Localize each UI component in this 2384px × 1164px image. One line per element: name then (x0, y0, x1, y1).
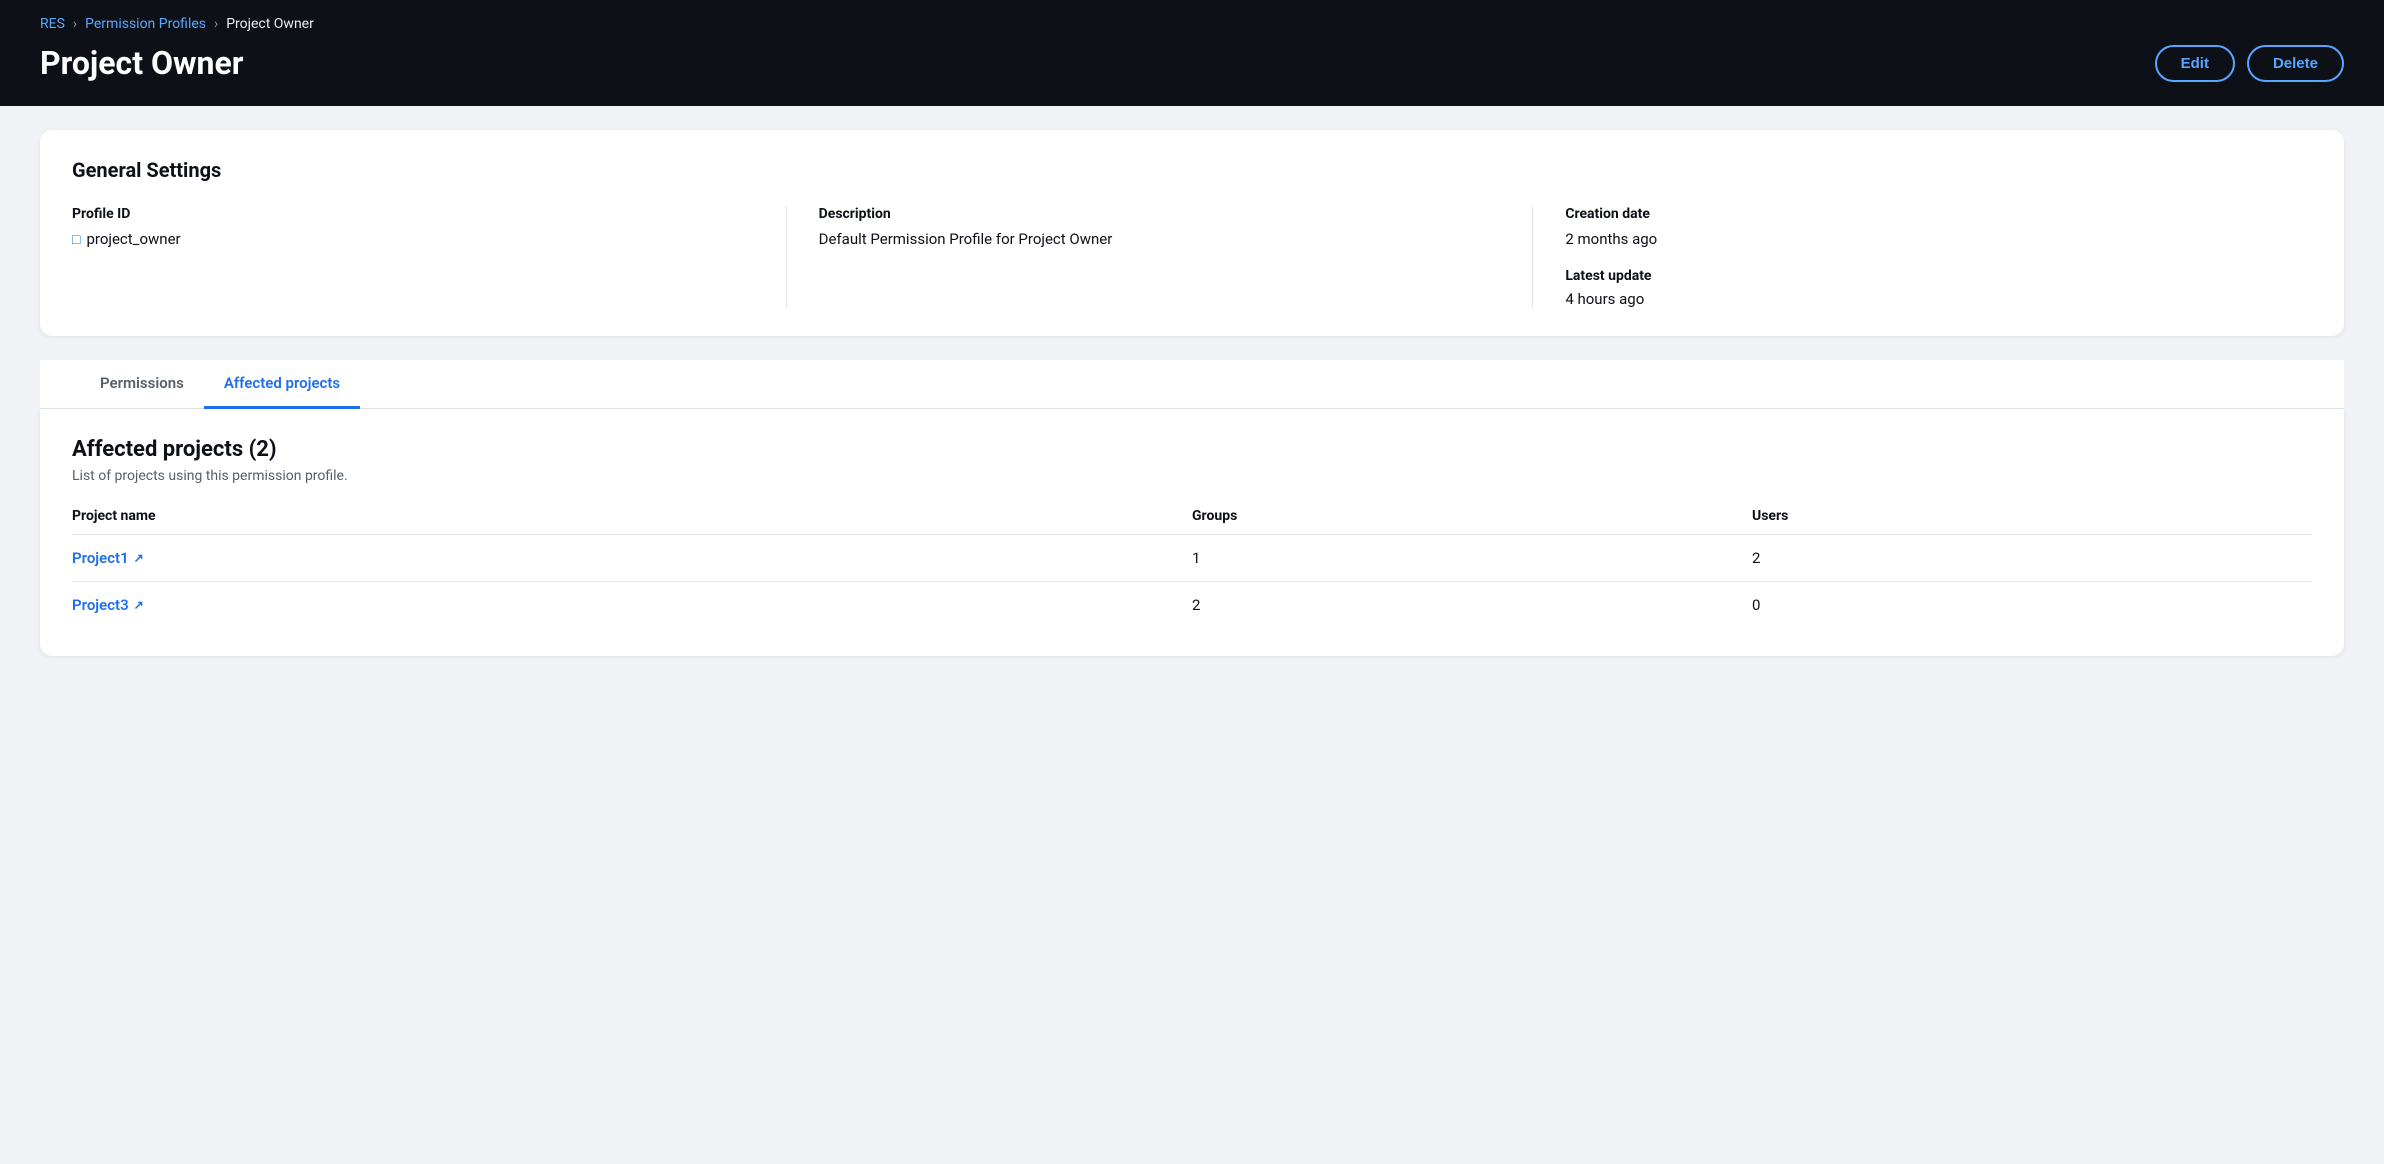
projects-table: Project name Groups Users Project1 ↗ 1 2 (72, 508, 2312, 628)
table-row: Project1 ↗ 1 2 (72, 535, 2312, 582)
breadcrumb-permission-profiles[interactable]: Permission Profiles (85, 16, 206, 32)
settings-description-col: Description Default Permission Profile f… (819, 206, 1534, 308)
breadcrumb-sep-1: › (73, 16, 77, 32)
breadcrumb-sep-2: › (214, 16, 218, 32)
tab-permissions[interactable]: Permissions (80, 360, 204, 409)
latest-update-value: 4 hours ago (1565, 290, 2312, 308)
general-settings-card: General Settings Profile ID □ project_ow… (40, 130, 2344, 336)
project-users-2: 0 (1752, 596, 2312, 614)
project-name-2: Project3 ↗ (72, 596, 1192, 614)
header-row: Project Owner Edit Delete (40, 44, 2344, 82)
edit-button[interactable]: Edit (2155, 45, 2235, 82)
external-link-icon-2: ↗ (134, 598, 144, 612)
affected-projects-subtitle: List of projects using this permission p… (72, 468, 2312, 484)
col-users: Users (1752, 508, 2312, 524)
copy-icon[interactable]: □ (72, 231, 80, 248)
project-link-2[interactable]: Project3 ↗ (72, 596, 1192, 614)
main-content: General Settings Profile ID □ project_ow… (0, 106, 2384, 704)
project-name-text-2: Project3 (72, 596, 129, 614)
col-project-name: Project name (72, 508, 1192, 524)
description-label: Description (819, 206, 1501, 222)
external-link-icon-1: ↗ (134, 551, 144, 565)
table-row: Project3 ↗ 2 0 (72, 582, 2312, 628)
project-groups-2: 2 (1192, 596, 1752, 614)
profile-id-text: project_owner (86, 230, 180, 248)
project-name-1: Project1 ↗ (72, 549, 1192, 567)
settings-dates-col: Creation date 2 months ago Latest update… (1565, 206, 2312, 308)
project-users-1: 2 (1752, 549, 2312, 567)
tabs-row: Permissions Affected projects (40, 360, 2344, 409)
tab-affected-projects[interactable]: Affected projects (204, 360, 360, 409)
profile-id-label: Profile ID (72, 206, 754, 222)
page-header: RES › Permission Profiles › Project Owne… (0, 0, 2384, 106)
project-groups-1: 1 (1192, 549, 1752, 567)
settings-profile-id-col: Profile ID □ project_owner (72, 206, 787, 308)
project-name-text-1: Project1 (72, 549, 129, 567)
creation-date-value: 2 months ago (1565, 230, 2312, 248)
header-actions: Edit Delete (2155, 45, 2344, 82)
delete-button[interactable]: Delete (2247, 45, 2344, 82)
settings-grid: Profile ID □ project_owner Description D… (72, 206, 2312, 308)
breadcrumb: RES › Permission Profiles › Project Owne… (40, 16, 2344, 32)
general-settings-title: General Settings (72, 158, 2312, 182)
page-title: Project Owner (40, 44, 244, 82)
affected-projects-card: Affected projects (2) List of projects u… (40, 409, 2344, 656)
breadcrumb-current: Project Owner (226, 16, 314, 32)
latest-update-label: Latest update (1565, 268, 2312, 284)
description-value: Default Permission Profile for Project O… (819, 230, 1501, 248)
project-link-1[interactable]: Project1 ↗ (72, 549, 1192, 567)
table-header: Project name Groups Users (72, 508, 2312, 535)
affected-projects-title: Affected projects (2) (72, 437, 2312, 462)
creation-date-label: Creation date (1565, 206, 2312, 222)
breadcrumb-res[interactable]: RES (40, 16, 65, 32)
col-groups: Groups (1192, 508, 1752, 524)
profile-id-value: □ project_owner (72, 230, 754, 248)
